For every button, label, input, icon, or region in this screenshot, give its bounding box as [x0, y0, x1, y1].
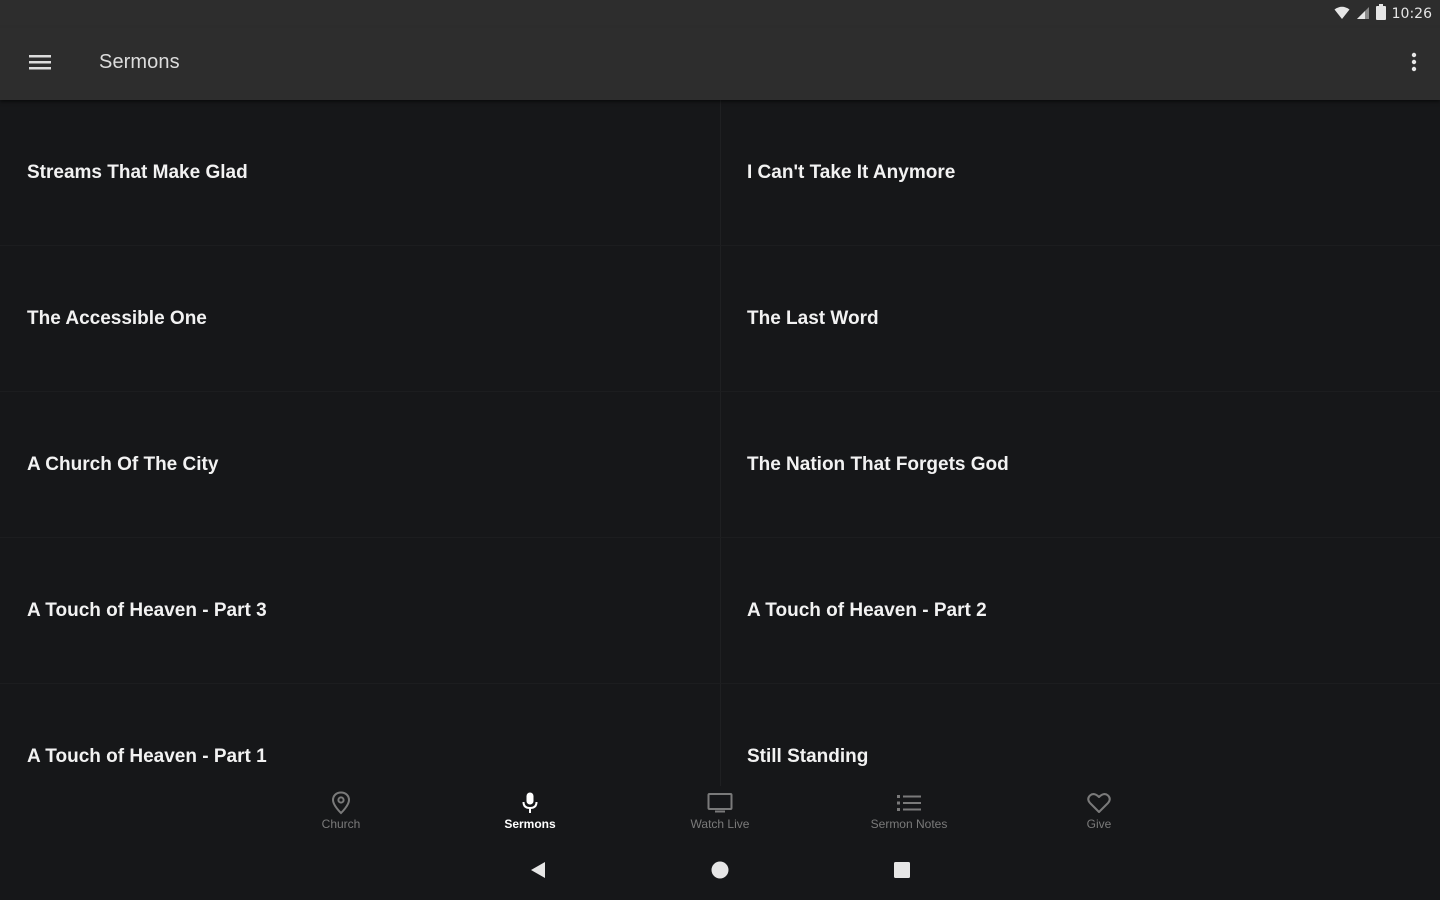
list-icon — [896, 790, 922, 816]
nav-item-sermon-notes[interactable]: Sermon Notes — [849, 790, 969, 842]
sermon-tile[interactable]: The Last Word — [721, 246, 1440, 392]
sermon-tile[interactable]: Still Standing — [721, 684, 1440, 786]
recents-button[interactable] — [888, 858, 916, 886]
sermon-title: A Touch of Heaven - Part 1 — [27, 746, 267, 767]
recents-square-icon — [892, 860, 912, 884]
nav-label: Give — [1086, 817, 1112, 831]
more-vert-icon — [1411, 52, 1417, 76]
back-triangle-icon — [529, 860, 547, 884]
status-bar: 10:26 — [0, 0, 1440, 28]
bottom-navigation: Church Sermons Watch Live Sermon Notes G… — [0, 786, 1440, 846]
sermon-title: A Church Of The City — [27, 454, 219, 475]
heart-icon — [1086, 790, 1112, 816]
sermon-title: A Touch of Heaven - Part 3 — [27, 600, 267, 621]
nav-label: Sermons — [504, 817, 556, 831]
app-screen: 10:26 Sermons Streams That Make Glad I C… — [0, 0, 1440, 900]
nav-item-sermons[interactable]: Sermons — [470, 790, 590, 842]
nav-item-give[interactable]: Give — [1039, 790, 1159, 842]
status-icons: 10:26 — [1334, 4, 1432, 24]
battery-icon — [1375, 4, 1386, 24]
menu-button[interactable] — [20, 44, 60, 84]
nav-label: Watch Live — [690, 817, 750, 831]
system-navigation-bar — [0, 846, 1440, 900]
page-title: Sermons — [99, 51, 180, 73]
sermon-title: The Nation That Forgets God — [747, 454, 1009, 475]
sermon-tile[interactable]: Streams That Make Glad — [0, 100, 721, 246]
status-time: 10:26 — [1391, 6, 1432, 22]
wifi-icon — [1334, 5, 1350, 24]
sermon-tile[interactable]: The Accessible One — [0, 246, 721, 392]
monitor-icon — [707, 790, 733, 816]
nav-label: Church — [321, 817, 361, 831]
sermon-title: I Can't Take It Anymore — [747, 162, 956, 183]
location-pin-icon — [328, 790, 354, 816]
microphone-icon — [517, 790, 543, 816]
nav-label: Sermon Notes — [870, 817, 948, 831]
sermon-title: Still Standing — [747, 746, 869, 767]
sermon-tile[interactable]: A Church Of The City — [0, 392, 721, 538]
nav-item-church[interactable]: Church — [281, 790, 401, 842]
sermon-tile[interactable]: A Touch of Heaven - Part 1 — [0, 684, 721, 786]
sermon-tile[interactable]: The Nation That Forgets God — [721, 392, 1440, 538]
sermon-title: A Touch of Heaven - Part 2 — [747, 600, 987, 621]
overflow-menu-button[interactable] — [1404, 44, 1424, 84]
sermon-title: The Last Word — [747, 308, 879, 329]
app-bar: Sermons — [0, 28, 1440, 100]
sermon-tile[interactable]: I Can't Take It Anymore — [721, 100, 1440, 246]
home-circle-icon — [710, 860, 730, 884]
sermon-title: Streams That Make Glad — [27, 162, 248, 183]
hamburger-menu-icon — [29, 53, 51, 75]
sermon-grid: Streams That Make Glad I Can't Take It A… — [0, 100, 1440, 786]
sermon-tile[interactable]: A Touch of Heaven - Part 3 — [0, 538, 721, 684]
cell-signal-icon — [1356, 5, 1370, 24]
sermon-tile[interactable]: A Touch of Heaven - Part 2 — [721, 538, 1440, 684]
nav-item-watch-live[interactable]: Watch Live — [660, 790, 780, 842]
sermon-title: The Accessible One — [27, 308, 207, 329]
back-button[interactable] — [524, 858, 552, 886]
home-button[interactable] — [706, 858, 734, 886]
